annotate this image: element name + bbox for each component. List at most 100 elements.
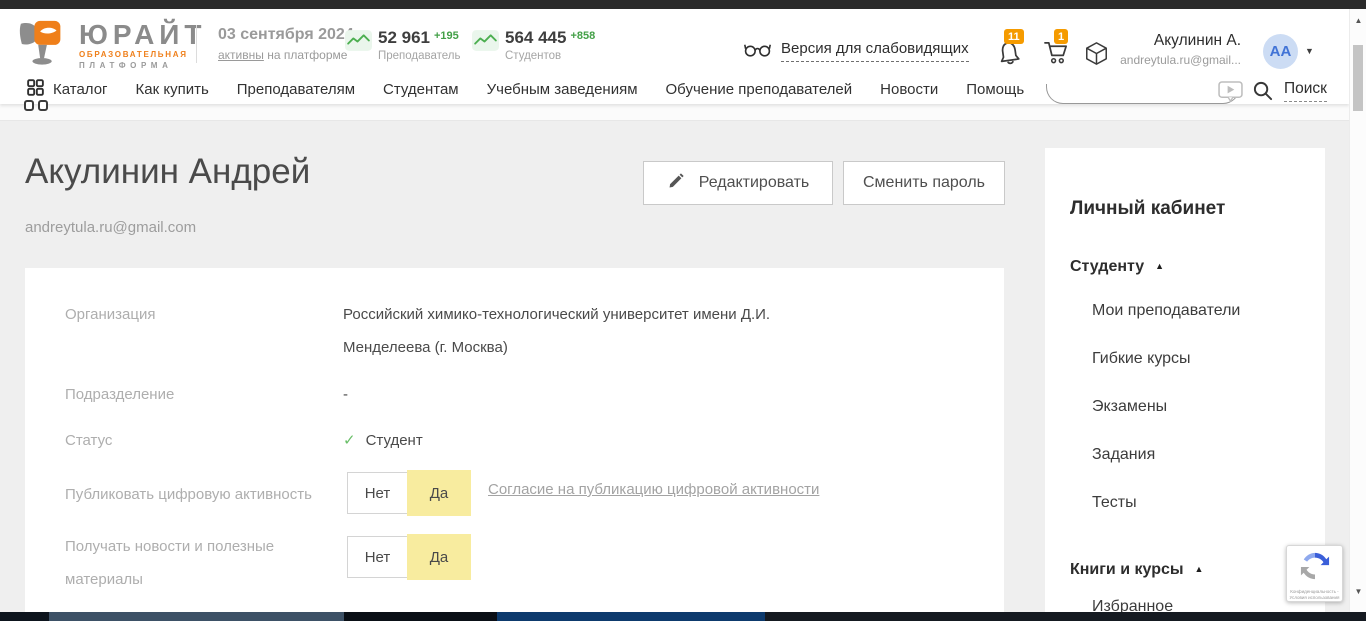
recaptcha-icon (1300, 551, 1330, 586)
nav-item-how-to-buy[interactable]: Как купить (136, 81, 209, 98)
brand-subtitle-2: ПЛАТФОРМА (79, 61, 207, 70)
nav-item-teacher-training[interactable]: Обучение преподавателей (666, 81, 853, 98)
partial-grid-icon (24, 100, 34, 111)
change-password-label: Сменить пароль (863, 174, 985, 192)
logo-text: ЮРАЙТ ОБРАЗОВАТЕЛЬНАЯ ПЛАТФОРМА (79, 21, 207, 70)
sidebar-item-exams[interactable]: Экзамены (1092, 398, 1167, 416)
partial-grid-icon (38, 100, 48, 111)
publish-activity-toggle: Нет Да (347, 472, 408, 514)
stat-teachers: 52 961 +195 Преподаватель (345, 28, 461, 62)
sparkline-icon (472, 28, 499, 62)
brand-name: ЮРАЙТ (79, 21, 207, 49)
window-bottom-bar (0, 612, 1366, 621)
status-label: Статус (65, 424, 112, 457)
pencil-icon (667, 172, 685, 195)
cart-badge: 1 (1054, 29, 1068, 44)
consent-link[interactable]: Согласие на публикацию цифровой активнос… (488, 481, 819, 498)
brand-logo[interactable]: ЮРАЙТ ОБРАЗОВАТЕЛЬНАЯ ПЛАТФОРМА (18, 18, 207, 73)
page-scrollbar[interactable]: ▲ ▼ (1349, 9, 1366, 612)
glasses-icon (744, 40, 771, 64)
students-label: Студентов (505, 50, 595, 62)
recaptcha-text: Конфиденциальность - Условия использован… (1290, 589, 1340, 601)
section-label: Студенту (1070, 258, 1144, 275)
recaptcha-terms: Условия использования (1290, 595, 1340, 601)
newsletter-label: Получать новости и полезные материалы (65, 530, 305, 596)
chevron-up-icon: ▲ (1155, 261, 1164, 271)
search-icon[interactable] (1252, 80, 1273, 106)
sidebar-item-flexible-courses[interactable]: Гибкие курсы (1092, 350, 1191, 368)
nav-item-teachers[interactable]: Преподавателям (237, 81, 355, 98)
owl-logo-icon (18, 18, 70, 73)
page-title: Акулинин Андрей (25, 152, 310, 192)
teachers-delta: +195 (434, 30, 459, 42)
students-delta: +858 (570, 30, 595, 42)
nav-item-institutions[interactable]: Учебным заведениям (487, 81, 638, 98)
sub-header-strip (0, 104, 1349, 121)
division-value: - (343, 378, 348, 411)
screen: ЮРАЙТ ОБРАЗОВАТЕЛЬНАЯ ПЛАТФОРМА 03 сентя… (0, 0, 1366, 621)
newsletter-toggle: Нет Да (347, 536, 408, 578)
toggle-yes-option-selected[interactable]: Да (407, 470, 471, 516)
grid-icon (27, 79, 44, 100)
chevron-down-icon[interactable]: ▼ (1305, 46, 1314, 56)
accessibility-version-link[interactable]: Версия для слабовидящих (744, 40, 969, 64)
user-email: andreytula.ru@gmail... (1120, 53, 1241, 67)
package-box-icon[interactable] (1085, 41, 1108, 71)
nav-item-news[interactable]: Новости (880, 81, 938, 98)
nav-item-catalog[interactable]: Каталог (27, 79, 108, 100)
search-button[interactable]: Поиск (1284, 80, 1327, 102)
publish-activity-label: Публиковать цифровую активность (65, 478, 365, 511)
chevron-up-icon: ▲ (1195, 564, 1204, 574)
header-divider (196, 25, 197, 63)
personal-cabinet-sidebar: Личный кабинет Студенту ▲ Мои преподавате… (1045, 148, 1325, 612)
brand-subtitle-1: ОБРАЗОВАТЕЛЬНАЯ (79, 50, 207, 59)
scroll-up-arrow[interactable]: ▲ (1350, 16, 1366, 25)
change-password-button[interactable]: Сменить пароль (843, 161, 1005, 205)
sidebar-title: Личный кабинет (1070, 198, 1225, 220)
current-date: 03 сентября 2024 (218, 26, 354, 44)
sidebar-item-my-teachers[interactable]: Мои преподаватели (1092, 302, 1240, 320)
organization-value: Российский химико-технологический универ… (343, 298, 833, 364)
scroll-down-arrow[interactable]: ▼ (1350, 587, 1366, 596)
nav-item-label: Каталог (53, 81, 108, 98)
sidebar-section-student[interactable]: Студенту ▲ (1070, 258, 1164, 276)
check-icon: ✓ (343, 432, 356, 449)
sidebar-item-tests[interactable]: Тесты (1092, 494, 1137, 512)
stat-students: 564 445 +858 Студентов (472, 28, 595, 62)
cart-icon[interactable] (1043, 40, 1070, 70)
site-header: ЮРАЙТ ОБРАЗОВАТЕЛЬНАЯ ПЛАТФОРМА 03 сентя… (0, 9, 1349, 75)
scrollbar-thumb[interactable] (1353, 45, 1363, 111)
section-label: Книги и курсы (1070, 561, 1184, 578)
active-on-platform: активны на платформе (218, 48, 354, 62)
sidebar-section-books-courses[interactable]: Книги и курсы ▲ (1070, 561, 1203, 579)
user-menu[interactable]: Акулинин А. andreytula.ru@gmail... (1120, 32, 1241, 67)
user-name: Акулинин А. (1120, 32, 1241, 50)
toggle-no-option[interactable]: Нет (347, 536, 408, 578)
search-input[interactable] (1046, 84, 1240, 104)
teachers-count: 52 961 (378, 28, 430, 47)
edit-button[interactable]: Редактировать (643, 161, 833, 205)
notifications-badge: 11 (1004, 29, 1024, 44)
voice-search-icon[interactable] (1218, 81, 1243, 107)
recaptcha-badge[interactable]: Конфиденциальность - Условия использован… (1286, 545, 1343, 602)
toggle-no-option[interactable]: Нет (347, 472, 408, 514)
sidebar-item-assignments[interactable]: Задания (1092, 446, 1155, 464)
avatar[interactable]: AA (1263, 34, 1298, 69)
accessibility-version-label: Версия для слабовидящих (781, 40, 969, 62)
nav-item-students[interactable]: Студентам (383, 81, 459, 98)
edit-button-label: Редактировать (699, 174, 810, 192)
active-suffix: на платформе (267, 48, 347, 62)
nav-items: Каталог Как купить Преподавателям Студен… (27, 75, 1024, 104)
students-count: 564 445 (505, 28, 566, 47)
window-top-bar (0, 0, 1366, 9)
nav-item-help[interactable]: Помощь (966, 81, 1024, 98)
profile-email: andreytula.ru@gmail.com (25, 219, 196, 236)
toggle-yes-option-selected[interactable]: Да (407, 534, 471, 580)
status-text: Студент (366, 432, 423, 449)
teachers-label: Преподаватель (378, 50, 461, 62)
active-link[interactable]: активны (218, 48, 264, 62)
division-label: Подразделение (65, 378, 174, 411)
profile-card: Организация Российский химико-технологич… (25, 268, 1004, 612)
organization-label: Организация (65, 298, 155, 331)
date-block: 03 сентября 2024 активны на платформе (218, 26, 354, 62)
